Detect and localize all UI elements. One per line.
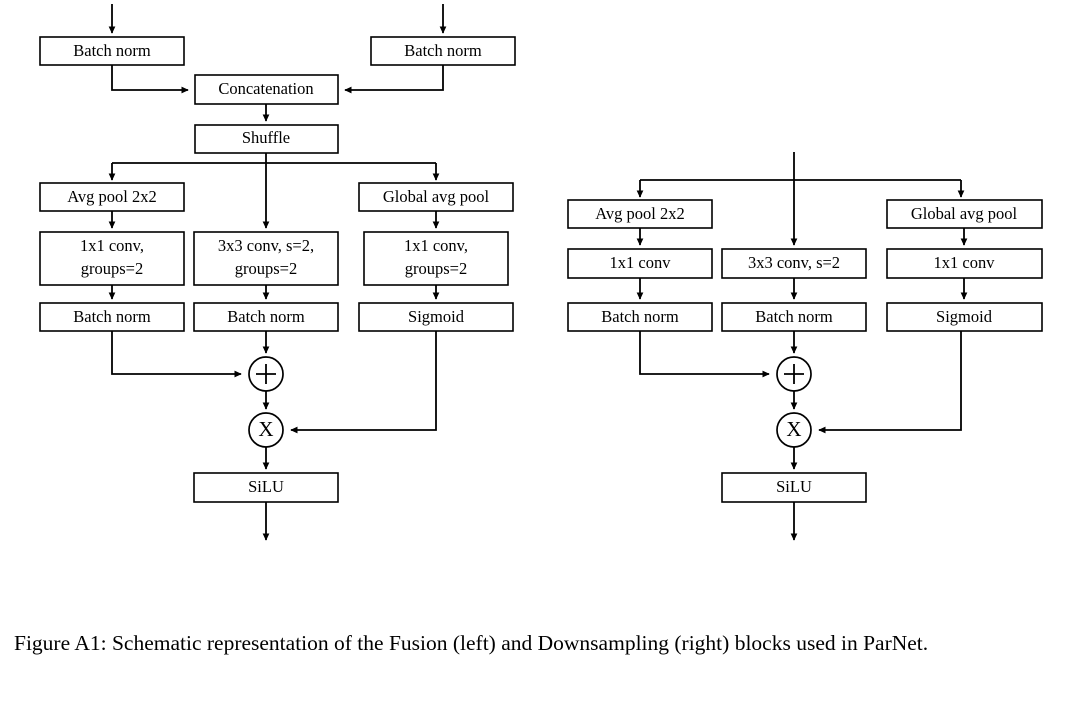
box-sigmoid-label: Sigmoid [408, 307, 465, 326]
box-batch-norm-mid-label: Batch norm [227, 307, 305, 326]
edge-bn-left-to-add [639, 331, 770, 378]
box-silu-label: SiLU [248, 477, 284, 496]
box-batch-norm-input-right-label: Batch norm [404, 41, 482, 60]
node-mul-label: X [786, 417, 801, 441]
box-conv-1x1-groups-right-label-line2: groups=2 [405, 259, 467, 278]
box-conv-1x1-groups-left-label-line1: 1x1 conv, [80, 236, 144, 255]
box-shuffle-label: Shuffle [242, 128, 290, 147]
box-conv-1x1-right-label: 1x1 conv [934, 253, 996, 272]
edge-bn-left-to-add [111, 331, 242, 378]
node-mul-label: X [258, 417, 273, 441]
box-conv-1x1-left-label: 1x1 conv [610, 253, 672, 272]
downsampling-block: Avg pool 2x2 Global avg pool 1x1 conv 3x… [567, 152, 1043, 541]
box-batch-norm-mid-label: Batch norm [755, 307, 833, 326]
box-avg-pool-2x2-label: Avg pool 2x2 [595, 204, 685, 223]
edge-sigmoid-to-mul [818, 331, 962, 434]
box-batch-norm-left-label: Batch norm [601, 307, 679, 326]
box-concatenation-label: Concatenation [218, 79, 313, 98]
figure-caption: Figure A1: Schematic representation of t… [14, 631, 929, 655]
box-batch-norm-left-label: Batch norm [73, 307, 151, 326]
box-conv-1x1-groups-right-label-line1: 1x1 conv, [404, 236, 468, 255]
edge-bn-right-to-concat [344, 65, 444, 94]
box-conv-3x3-groups-label-line1: 3x3 conv, s=2, [218, 236, 314, 255]
box-conv-1x1-groups-left-label-line2: groups=2 [81, 259, 143, 278]
box-avg-pool-2x2-label: Avg pool 2x2 [67, 187, 157, 206]
edge-sigmoid-to-mul [290, 331, 437, 434]
figure-container: Batch norm Batch norm Concatenation Shuf… [0, 0, 1077, 714]
fusion-block: Batch norm Batch norm Concatenation Shuf… [39, 4, 516, 541]
box-batch-norm-input-left-label: Batch norm [73, 41, 151, 60]
edge-bn-left-to-concat [111, 65, 189, 94]
box-global-avg-pool-label: Global avg pool [383, 187, 490, 206]
box-conv-3x3-groups-label-line2: groups=2 [235, 259, 297, 278]
box-conv-3x3-label: 3x3 conv, s=2 [748, 253, 840, 272]
box-silu-label: SiLU [776, 477, 812, 496]
box-global-avg-pool-label: Global avg pool [911, 204, 1018, 223]
parnet-block-diagram: Batch norm Batch norm Concatenation Shuf… [39, 4, 1043, 541]
box-sigmoid-label: Sigmoid [936, 307, 993, 326]
